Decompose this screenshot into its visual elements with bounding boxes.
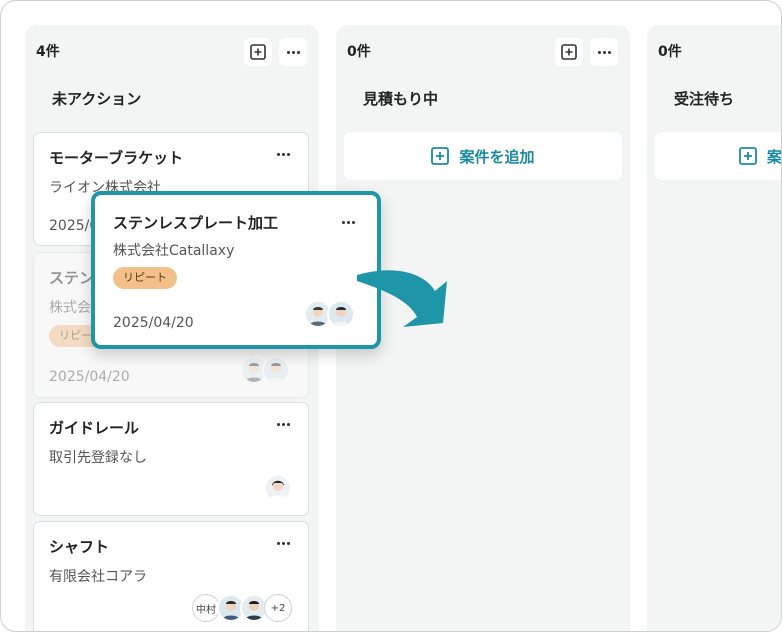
move-arrow-icon [357,270,447,327]
plus-square-icon [431,147,450,165]
column-count: 4件 [36,44,60,60]
column-awaiting-order: 0件 受注待ち 案件を追加 [647,25,782,631]
avatar [264,474,292,502]
card-title: ステンレスプレート加工 [113,214,279,232]
more-icon [286,38,300,66]
add-card-button[interactable] [555,38,583,66]
card-title: モーターブラケット [49,149,184,167]
card-menu-button[interactable] [274,417,292,431]
column-title: 未アクション [52,90,142,108]
kanban-board: 4件 未アクション モーターブラケット ライオン株式会社 2025/04/20 … [0,0,782,632]
card-menu-button[interactable] [274,536,292,550]
card-company: 株式会社Catallaxy [113,243,235,259]
more-icon [597,38,611,66]
add-deal-label: 案件を追加 [459,147,535,166]
column-title: 見積もり中 [363,90,439,108]
plus-square-icon [739,147,757,165]
add-card-button[interactable] [244,38,272,66]
repeat-tag: リピート [113,267,177,289]
card-title: ガイドレール [49,419,140,437]
card-company: 取引先登録なし [49,450,147,466]
more-icon [274,417,292,431]
column-menu-button[interactable] [279,38,307,66]
more-icon [274,536,292,550]
card-date: 2025/04/20 [113,315,194,331]
column-menu-button[interactable] [590,38,618,66]
card-company: 有限会社コアラ [49,569,147,585]
column-title: 受注待ち [674,90,735,108]
card-title: シャフト [49,538,110,556]
deal-card[interactable]: シャフト 有限会社コアラ 中村 +2 [33,521,309,631]
avatar-more-count: +2 [264,594,292,622]
add-deal-button[interactable]: 案件を追加 [655,132,782,180]
add-deal-label: 案件を追加 [767,147,782,166]
card-date: 2025/04/20 [49,369,130,385]
column-count: 0件 [658,44,682,60]
dragging-deal-card[interactable]: ステンレスプレート加工 株式会社Catallaxy リピート 2025/04/2… [91,191,381,349]
plus-square-icon [250,44,266,60]
avatar [262,356,290,384]
card-menu-button[interactable] [274,147,292,161]
more-icon [274,147,292,161]
deal-card[interactable]: ガイドレール 取引先登録なし [33,402,309,516]
more-icon [339,215,357,229]
column-count: 0件 [347,44,371,60]
plus-square-icon [561,44,577,60]
avatar-initials: 中村 [192,594,220,622]
card-menu-button[interactable] [339,215,357,229]
add-deal-button[interactable]: 案件を追加 [344,132,622,180]
